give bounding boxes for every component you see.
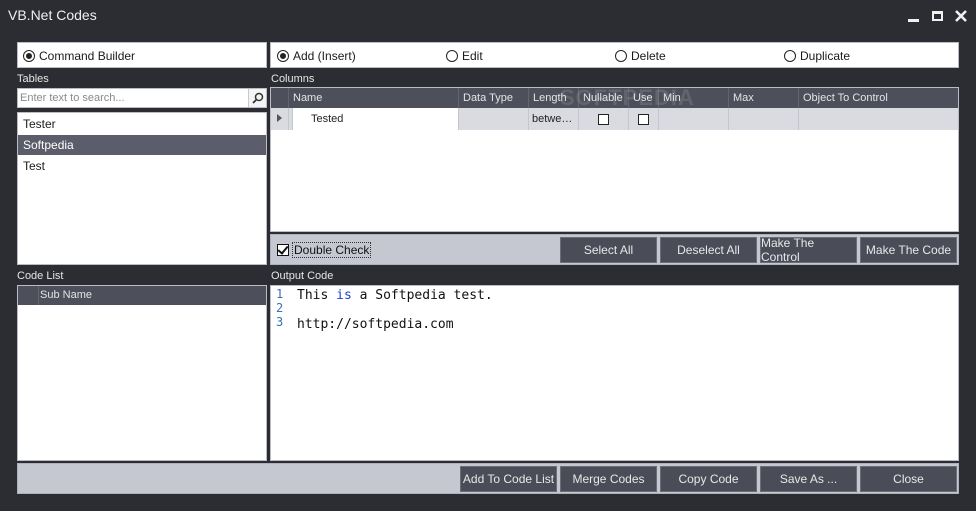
grid-header: Name Data Type Length Nullable Use Min M… [271, 88, 958, 108]
command-builder-radio[interactable]: Command Builder [23, 49, 135, 63]
delete-radio[interactable]: Delete [615, 49, 666, 63]
mode-box: Command Builder [17, 42, 267, 68]
col-header-object-to-control[interactable]: Object To Control [799, 88, 958, 108]
code-list-header: Sub Name [18, 286, 266, 305]
code-keyword: is [336, 288, 352, 303]
cell-name[interactable]: Tested [293, 108, 459, 130]
deselect-all-button[interactable]: Deselect All [660, 237, 757, 263]
command-builder-label: Command Builder [39, 49, 136, 63]
window-title: VB.Net Codes [8, 7, 97, 23]
table-row[interactable]: Tested betwe… [271, 108, 958, 130]
table-search-box [17, 88, 267, 108]
row-pointer-icon [277, 114, 282, 122]
select-all-button[interactable]: Select All [560, 237, 657, 263]
radio-indicator [615, 50, 627, 62]
tables-list: Tester Softpedia Test [17, 112, 267, 265]
line-number: 2 [276, 301, 284, 315]
cell-max[interactable] [729, 108, 799, 130]
col-header-use[interactable]: Use [629, 88, 659, 108]
close-icon [955, 10, 967, 22]
merge-codes-button[interactable]: Merge Codes [560, 466, 657, 492]
close-button[interactable]: Close [860, 466, 957, 492]
maximize-button[interactable] [929, 8, 945, 24]
cell-nullable [579, 108, 629, 130]
table-item-tester[interactable]: Tester [18, 114, 266, 134]
make-the-code-button[interactable]: Make The Code [860, 237, 957, 263]
radio-indicator [784, 50, 796, 62]
close-window-button[interactable] [953, 8, 969, 24]
edit-radio[interactable]: Edit [446, 49, 483, 63]
radio-indicator [277, 50, 289, 62]
radio-indicator [446, 50, 458, 62]
search-icon [251, 92, 263, 104]
use-checkbox[interactable] [638, 113, 649, 125]
columns-label: Columns [271, 73, 315, 85]
check-icon [277, 244, 289, 256]
code-text: This [297, 288, 337, 303]
duplicate-radio[interactable]: Duplicate [784, 49, 850, 63]
double-check-checkbox[interactable]: Double Check [277, 242, 372, 258]
code-line-1: This is a Softpedia test. [297, 288, 493, 303]
table-item-test[interactable]: Test [18, 156, 266, 176]
col-header-max[interactable]: Max [729, 88, 799, 108]
col-header-length[interactable]: Length [529, 88, 579, 108]
cell-use [629, 108, 659, 130]
code-list-label: Code List [17, 270, 64, 282]
operation-box: Add (Insert) Edit Delete Duplicate [270, 42, 959, 68]
double-check-label: Double Check [292, 242, 372, 258]
code-text: a Softpedia test. [351, 288, 493, 303]
output-code-label: Output Code [271, 270, 334, 282]
save-as-button[interactable]: Save As ... [760, 466, 857, 492]
table-search-input[interactable] [20, 90, 248, 106]
col-header-data-type[interactable]: Data Type [459, 88, 529, 108]
add-to-code-list-button[interactable]: Add To Code List [460, 466, 557, 492]
line-number: 3 [276, 315, 284, 329]
search-button[interactable] [248, 89, 266, 107]
minimize-button[interactable] [905, 8, 921, 24]
minimize-icon [907, 18, 919, 22]
maximize-icon [931, 11, 943, 21]
output-code-editor[interactable]: 1 2 3 This is a Softpedia test. http://s… [270, 285, 959, 461]
col-header-name[interactable]: Name [289, 88, 459, 108]
duplicate-label: Duplicate [800, 49, 851, 63]
columns-grid: Name Data Type Length Nullable Use Min M… [270, 87, 959, 232]
make-the-control-button[interactable]: Make The Control [760, 236, 857, 264]
delete-label: Delete [631, 49, 666, 63]
line-number: 1 [276, 287, 284, 301]
title-bar [0, 0, 976, 34]
add-insert-radio[interactable]: Add (Insert) [277, 49, 356, 63]
edit-label: Edit [462, 49, 483, 63]
cell-min[interactable] [659, 108, 729, 130]
col-header-min[interactable]: Min [659, 88, 729, 108]
tables-label: Tables [17, 73, 49, 85]
col-header-nullable[interactable]: Nullable [579, 88, 629, 108]
table-item-softpedia[interactable]: Softpedia [18, 135, 266, 155]
add-insert-label: Add (Insert) [293, 49, 356, 63]
cell-length[interactable]: betwe… [529, 108, 579, 130]
code-list-grid: Sub Name [17, 285, 267, 461]
row-selector[interactable] [271, 108, 289, 130]
radio-indicator [23, 50, 35, 62]
row-header-corner [271, 88, 289, 108]
line-number-gutter: 1 2 3 [271, 286, 289, 460]
cell-data-type[interactable] [459, 108, 529, 130]
col-header-sub-name[interactable]: Sub Name [38, 286, 92, 305]
code-line-3: http://softpedia.com [297, 317, 454, 332]
copy-code-button[interactable]: Copy Code [660, 466, 757, 492]
nullable-checkbox[interactable] [598, 113, 609, 125]
cell-object-to-control[interactable] [799, 108, 958, 130]
